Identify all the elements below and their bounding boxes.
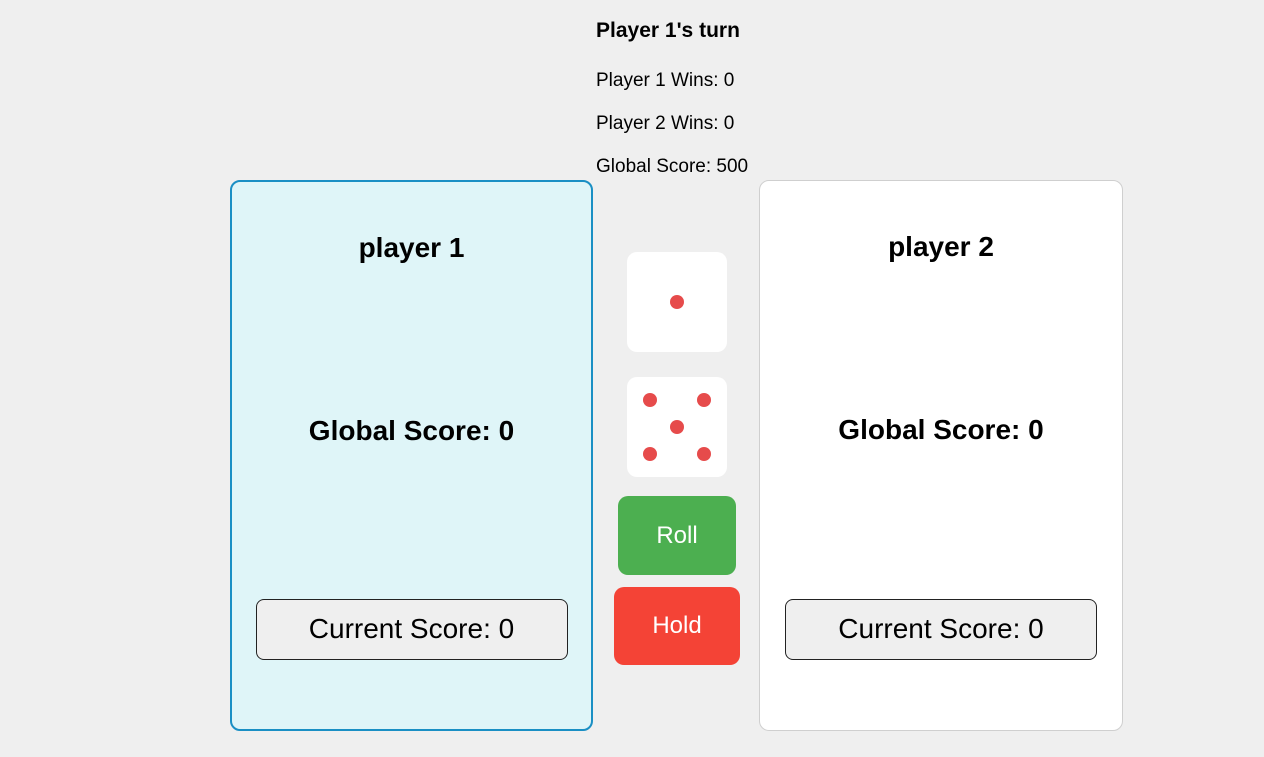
turn-indicator: Player 1's turn (596, 19, 740, 42)
player2-name: player 2 (888, 231, 994, 262)
player2-current-score: Current Score: 0 (785, 599, 1097, 660)
die-2 (627, 377, 727, 477)
player1-name: player 1 (358, 232, 465, 263)
player1-panel: player 1 Global Score: 0 Current Score: … (230, 180, 593, 731)
roll-button[interactable]: Roll (618, 496, 736, 575)
hold-button[interactable]: Hold (614, 587, 740, 665)
player2-global-score: Global Score: 0 (838, 414, 1044, 445)
player1-global-score: Global Score: 0 (308, 415, 515, 446)
die-pip (643, 393, 657, 407)
die-1 (627, 252, 727, 352)
player2-wins: Player 2 Wins: 0 (596, 113, 735, 134)
die-pip (670, 420, 684, 434)
die-pip (643, 447, 657, 461)
player1-current-score: Current Score: 0 (255, 599, 568, 660)
die-pip (697, 393, 711, 407)
target-global-score: Global Score: 500 (596, 156, 749, 177)
player1-wins: Player 1 Wins: 0 (596, 70, 735, 91)
die-pip (670, 295, 684, 309)
die-pip (697, 447, 711, 461)
player2-panel: player 2 Global Score: 0 Current Score: … (759, 180, 1123, 731)
